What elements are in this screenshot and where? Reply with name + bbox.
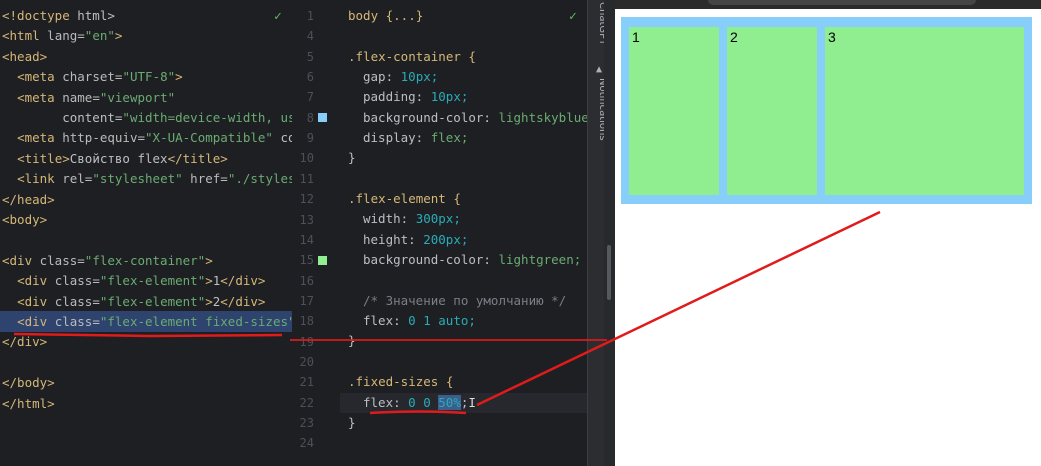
underline-html-line (13, 332, 283, 338)
underline-css-line (369, 410, 467, 415)
arrow-to-preview (476, 210, 881, 407)
red-annotations (13, 210, 881, 415)
